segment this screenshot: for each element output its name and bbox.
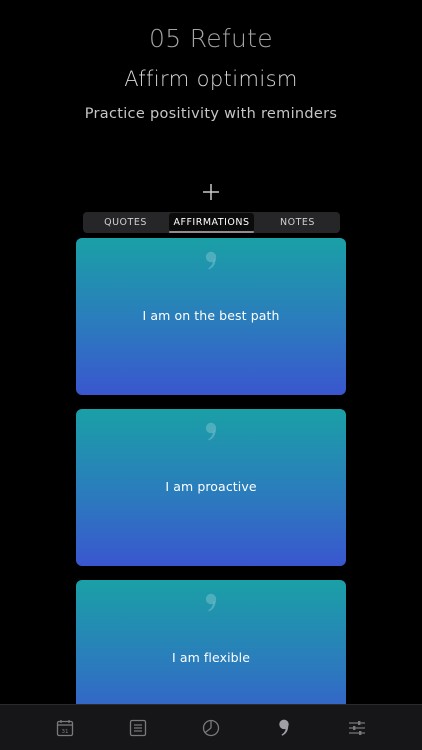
chart-icon — [202, 719, 220, 736]
add-button[interactable] — [199, 180, 223, 204]
step-title: 05 Refute — [149, 24, 273, 53]
quote-icon — [205, 422, 217, 441]
tab-settings[interactable] — [342, 713, 372, 743]
quote-icon — [205, 251, 217, 270]
tab-bar: 31 — [0, 704, 422, 750]
affirmation-card[interactable]: I am on the best path — [76, 238, 346, 395]
segment-quotes[interactable]: QUOTES — [83, 212, 168, 233]
affirmation-text: I am on the best path — [142, 308, 280, 323]
tab-calendar[interactable]: 31 — [50, 713, 80, 743]
affirmation-text: I am flexible — [171, 650, 251, 665]
page-headline: Affirm optimism — [124, 67, 298, 91]
plus-icon — [203, 184, 219, 200]
list-icon — [129, 719, 146, 736]
tab-affirmations[interactable] — [269, 713, 299, 743]
affirmation-card[interactable]: I am proactive — [76, 409, 346, 566]
calendar-icon: 31 — [56, 719, 73, 736]
tab-chart[interactable] — [196, 713, 226, 743]
page-subtitle: Practice positivity with reminders — [84, 106, 338, 122]
quote-icon — [279, 719, 289, 736]
sliders-icon — [349, 720, 366, 735]
segment-notes[interactable]: NOTES — [255, 212, 340, 233]
calendar-day-label: 31 — [61, 729, 68, 735]
segmented-control: QUOTES AFFIRMATIONS NOTES — [83, 212, 340, 233]
tab-list[interactable] — [123, 713, 153, 743]
segment-affirmations[interactable]: AFFIRMATIONS — [169, 213, 254, 233]
affirmation-text: I am proactive — [165, 479, 257, 494]
quote-icon — [205, 593, 217, 612]
